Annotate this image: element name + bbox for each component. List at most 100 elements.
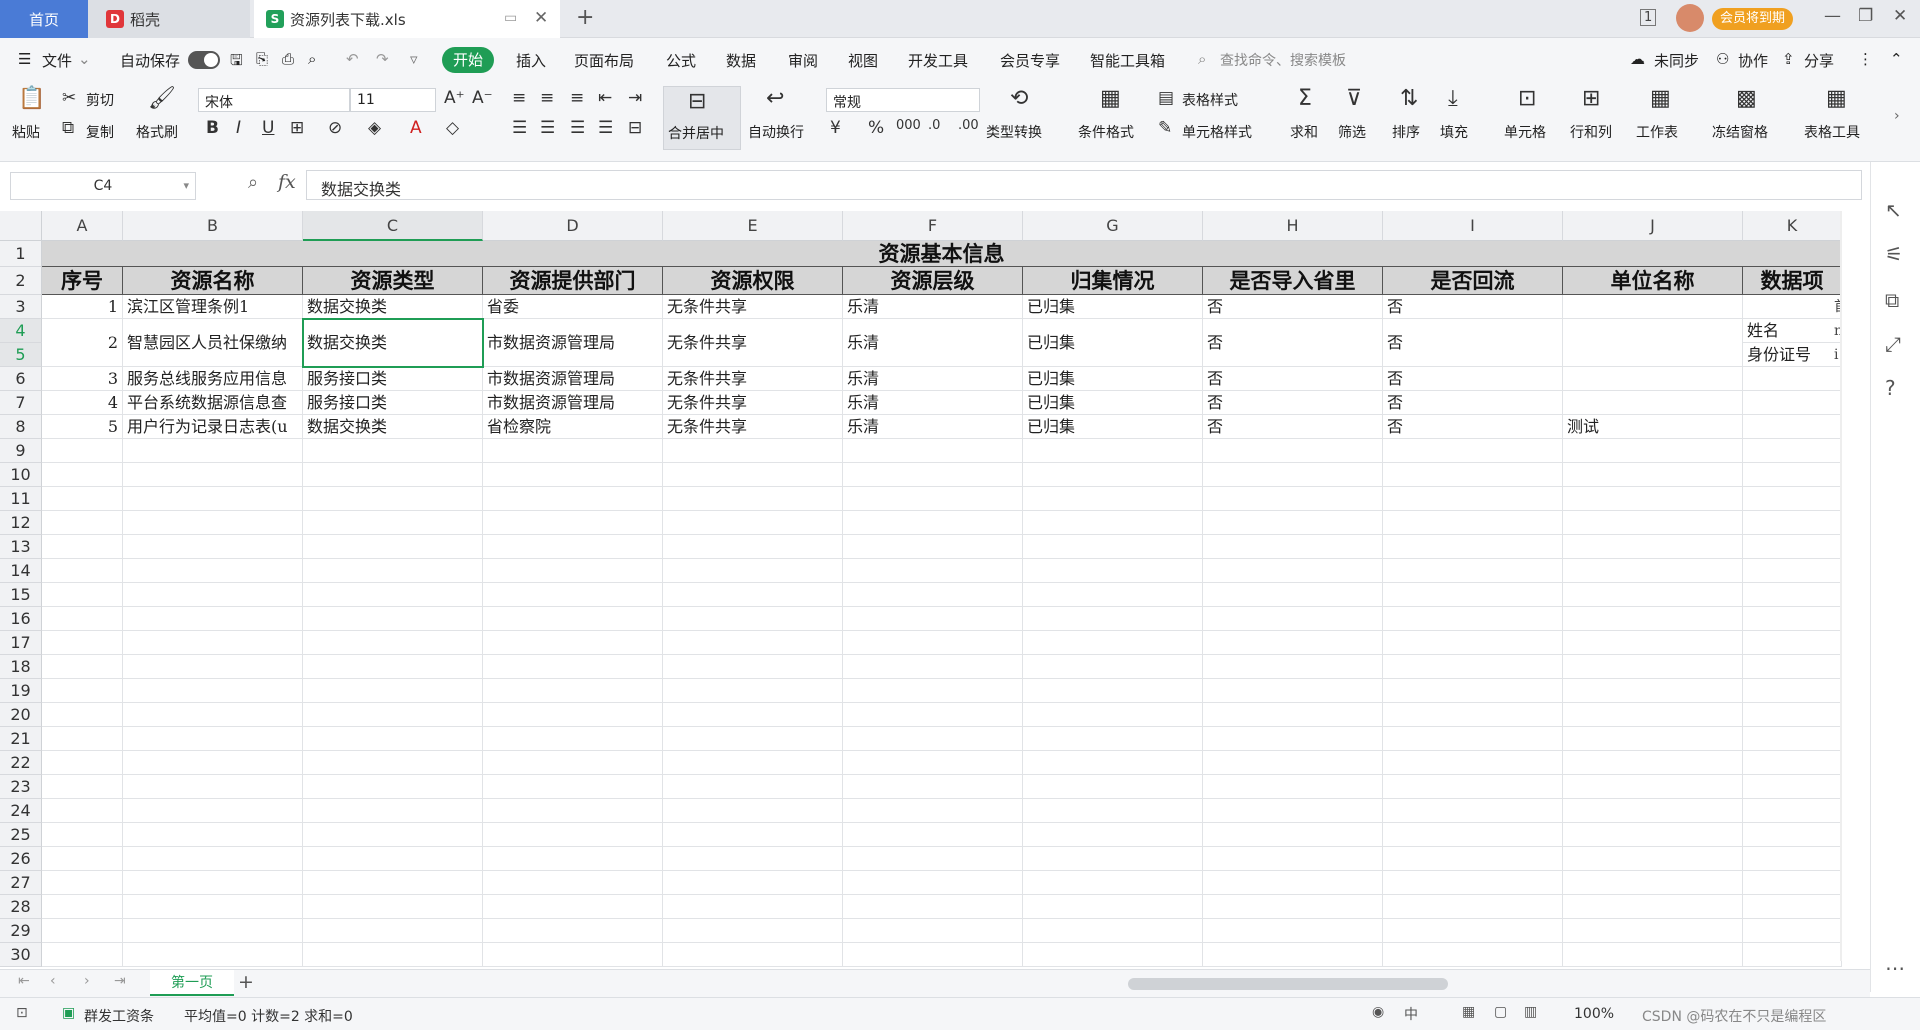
data-cell[interactable]: 无条件共享 [663, 391, 843, 415]
data-cell[interactable]: 市数据资源管理局 [483, 319, 663, 367]
filter-icon[interactable]: ⊽ [1346, 86, 1362, 111]
empty-cell[interactable] [42, 535, 123, 559]
empty-cell[interactable] [303, 751, 483, 775]
header-cell[interactable]: 资源层级 [843, 267, 1023, 295]
empty-cell[interactable] [663, 847, 843, 871]
sheet-tab-active[interactable]: 第一页 [150, 970, 234, 996]
empty-cell[interactable] [42, 439, 123, 463]
menu-start[interactable]: 开始 [442, 47, 494, 73]
empty-cell[interactable] [123, 487, 303, 511]
data-cell[interactable]: 数据交换类 [303, 295, 483, 319]
increase-decimal-icon[interactable]: .0 [928, 118, 940, 133]
type-convert-icon[interactable]: ⟲ [1010, 86, 1028, 111]
empty-cell[interactable] [303, 511, 483, 535]
empty-cell[interactable] [123, 775, 303, 799]
empty-cell[interactable] [303, 775, 483, 799]
align-right-icon[interactable]: ☰ [570, 118, 585, 138]
align-left-icon[interactable]: ☰ [512, 118, 527, 138]
data-cell[interactable]: 市数据资源管理局 [483, 391, 663, 415]
empty-cell[interactable] [843, 727, 1023, 751]
autosave-toggle[interactable] [188, 51, 220, 69]
table-tools-icon[interactable]: ▦ [1826, 86, 1847, 111]
row-header-23[interactable]: 23 [0, 775, 42, 799]
empty-cell[interactable] [1383, 511, 1563, 535]
empty-cell[interactable] [303, 439, 483, 463]
empty-cell[interactable] [1743, 535, 1842, 559]
row-header-2[interactable]: 2 [0, 267, 42, 295]
empty-cell[interactable] [1383, 775, 1563, 799]
header-cell[interactable]: 单位名称 [1563, 267, 1743, 295]
percent-icon[interactable]: % [868, 118, 884, 138]
empty-cell[interactable] [123, 799, 303, 823]
empty-cell[interactable] [1023, 463, 1203, 487]
save-icon[interactable]: 🖫 [230, 50, 243, 75]
data-cell[interactable]: 乐清 [843, 415, 1023, 439]
empty-cell[interactable] [1383, 871, 1563, 895]
search-command-input[interactable]: 查找命令、搜索模板 [1220, 50, 1346, 70]
empty-cell[interactable] [123, 559, 303, 583]
format-painter-icon[interactable]: 🖌 [148, 86, 176, 111]
row-header-4[interactable]: 4 [0, 319, 42, 343]
empty-cell[interactable] [1743, 655, 1842, 679]
row-header-21[interactable]: 21 [0, 727, 42, 751]
header-cell[interactable]: 序号 [42, 267, 123, 295]
empty-cell[interactable] [1563, 463, 1743, 487]
type-convert-button[interactable]: 类型转换 [986, 122, 1042, 142]
empty-cell[interactable] [1203, 487, 1383, 511]
align-top-icon[interactable]: ≡ [512, 88, 526, 108]
menu-smart-tools[interactable]: 智能工具箱 [1090, 50, 1165, 71]
copy-icon[interactable]: ⧉ [62, 118, 74, 138]
row-header-14[interactable]: 14 [0, 559, 42, 583]
empty-cell[interactable] [1203, 943, 1383, 967]
empty-cell[interactable] [1203, 727, 1383, 751]
menu-insert[interactable]: 插入 [516, 50, 546, 71]
name-box[interactable]: C4 ▾ [10, 172, 196, 200]
column-header-K[interactable]: K [1743, 211, 1842, 241]
empty-cell[interactable] [1383, 679, 1563, 703]
empty-cell[interactable] [843, 751, 1023, 775]
empty-cell[interactable] [843, 607, 1023, 631]
empty-cell[interactable] [483, 439, 663, 463]
empty-cell[interactable] [1563, 487, 1743, 511]
empty-cell[interactable] [843, 799, 1023, 823]
name-box-dropdown-icon[interactable]: ▾ [183, 173, 189, 199]
empty-cell[interactable] [1023, 847, 1203, 871]
empty-cell[interactable] [1743, 943, 1842, 967]
data-cell[interactable]: 乐清 [843, 367, 1023, 391]
empty-cell[interactable] [1563, 607, 1743, 631]
row-header-28[interactable]: 28 [0, 895, 42, 919]
empty-cell[interactable] [1023, 823, 1203, 847]
font-name-select[interactable]: 宋体 [198, 88, 350, 112]
empty-cell[interactable] [1203, 919, 1383, 943]
header-cell[interactable]: 资源权限 [663, 267, 843, 295]
row-header-12[interactable]: 12 [0, 511, 42, 535]
empty-cell[interactable] [303, 847, 483, 871]
print-icon[interactable]: ⎙ [282, 50, 294, 68]
empty-cell[interactable] [1383, 943, 1563, 967]
avatar[interactable] [1676, 4, 1704, 32]
empty-cell[interactable] [123, 631, 303, 655]
empty-cell[interactable] [123, 607, 303, 631]
empty-cell[interactable] [1023, 511, 1203, 535]
merge-center-button[interactable]: ⊟ 合并居中 [663, 86, 741, 150]
image-gallery-icon[interactable]: ⧉ [1885, 288, 1899, 312]
table-style-icon[interactable]: ▤ [1158, 88, 1174, 108]
empty-cell[interactable] [843, 919, 1023, 943]
table-style-button[interactable]: 表格样式 [1182, 90, 1238, 110]
empty-cell[interactable] [663, 487, 843, 511]
empty-cell[interactable] [843, 679, 1023, 703]
header-cell[interactable]: 资源提供部门 [483, 267, 663, 295]
eye-protect-icon[interactable]: ◉ [1372, 1004, 1384, 1020]
empty-cell[interactable] [303, 607, 483, 631]
row-header-11[interactable]: 11 [0, 487, 42, 511]
row-header-29[interactable]: 29 [0, 919, 42, 943]
empty-cell[interactable] [483, 895, 663, 919]
data-cell[interactable]: 乐清 [843, 391, 1023, 415]
increase-font-icon[interactable]: A⁺ [444, 88, 465, 108]
empty-cell[interactable] [1203, 511, 1383, 535]
collapse-ribbon-icon[interactable]: ⌃ [1890, 50, 1903, 68]
empty-cell[interactable] [123, 943, 303, 967]
empty-cell[interactable] [1023, 919, 1203, 943]
data-cell[interactable]: 乐清 [843, 319, 1023, 367]
empty-cell[interactable] [663, 511, 843, 535]
